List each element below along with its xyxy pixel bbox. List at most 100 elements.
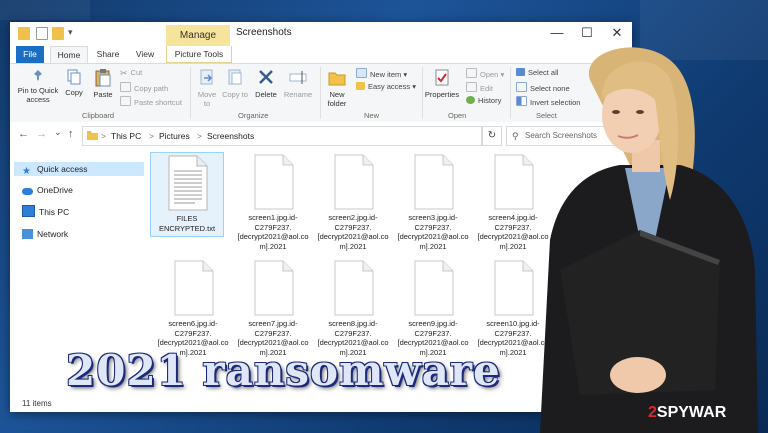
easy-access-label: Easy access [368, 82, 411, 91]
tab-picture-tools[interactable]: Picture Tools [166, 46, 232, 63]
nav-item-onedrive[interactable]: OneDrive [22, 183, 73, 197]
tab-view[interactable]: View [130, 46, 160, 63]
logo-prefix: 2 [648, 404, 657, 421]
file-name: FILES ENCRYPTED.txt [158, 214, 216, 233]
nav-item-label: Quick access [37, 164, 88, 174]
address-bar[interactable]: > This PC > Pictures > Screenshots [82, 126, 482, 146]
breadcrumb-screenshots[interactable]: Screenshots [207, 127, 254, 145]
site-logo: 2SPYWAR [648, 404, 726, 422]
star-icon: ★ [22, 166, 31, 177]
up-button[interactable]: ↑ [68, 128, 74, 140]
rename-button[interactable]: Rename [282, 68, 314, 99]
blank-file-icon [414, 154, 454, 210]
pin-quick-access-button[interactable]: Pin to Quick access [14, 68, 62, 104]
copy-to-label: Copy to [222, 90, 248, 99]
tab-home[interactable]: Home [50, 46, 88, 63]
file-item[interactable]: screen8.jpg.id-C279F237.[decrypt2021@aol… [316, 260, 390, 357]
file-name: screen3.jpg.id-C279F237.[decrypt2021@aol… [397, 213, 469, 251]
move-to-button[interactable]: Move to [194, 68, 220, 108]
new-item-icon [356, 68, 367, 78]
paste-label: Paste [93, 90, 113, 99]
copy-to-icon [228, 69, 242, 85]
delete-icon [259, 70, 273, 84]
nav-item-quick-access[interactable]: ★ Quick access [14, 162, 144, 177]
breadcrumb-this-pc[interactable]: This PC [111, 127, 141, 145]
window-title: Screenshots [236, 27, 292, 38]
manage-tab[interactable]: Manage [166, 25, 230, 46]
new-item-label: New item [370, 70, 402, 79]
file-item[interactable]: screen6.jpg.id-C279F237.[decrypt2021@aol… [156, 260, 230, 357]
move-to-icon [200, 69, 213, 85]
group-separator [510, 67, 511, 119]
folder-icon [18, 27, 30, 40]
folder-icon [87, 131, 98, 140]
copy-icon [67, 69, 81, 85]
edit-button[interactable]: Edit [466, 82, 493, 94]
file-item[interactable]: screen2.jpg.id-C279F237.[decrypt2021@aol… [316, 154, 390, 251]
breadcrumb-pictures[interactable]: Pictures [159, 127, 190, 145]
computer-icon [22, 205, 35, 217]
nav-item-this-pc[interactable]: This PC [22, 205, 69, 219]
file-item[interactable]: screen3.jpg.id-C279F237.[decrypt2021@aol… [396, 154, 470, 251]
delete-button[interactable]: Delete [252, 68, 280, 99]
open-label: Open [480, 70, 499, 79]
nav-item-label: Network [37, 229, 69, 239]
tab-share[interactable]: Share [92, 46, 124, 63]
paste-shortcut-icon [120, 96, 131, 106]
new-folder-icon[interactable] [52, 27, 64, 40]
woman-photo [540, 47, 758, 433]
recent-locations-button[interactable]: ⌄ [54, 127, 62, 138]
rename-label: Rename [283, 90, 313, 99]
history-button[interactable]: History [466, 96, 501, 106]
customize-toolbar-icon[interactable]: ▾ [68, 27, 73, 38]
copy-to-button[interactable]: Copy to [222, 68, 248, 99]
file-name: screen1.jpg.id-C279F237.[decrypt2021@aol… [237, 213, 309, 251]
headline-ransomware: 2021 ransomware [66, 346, 501, 395]
file-item[interactable]: screen7.jpg.id-C279F237.[decrypt2021@aol… [236, 260, 310, 357]
copy-path-icon [120, 82, 131, 92]
edit-label: Edit [480, 84, 493, 93]
paste-shortcut-label: Paste shortcut [134, 98, 182, 107]
back-button[interactable]: ← [18, 128, 29, 140]
group-separator [190, 67, 191, 119]
move-to-label: Move to [197, 90, 217, 108]
tab-file[interactable]: File [16, 46, 44, 63]
file-item[interactable]: screen1.jpg.id-C279F237.[decrypt2021@aol… [236, 154, 310, 251]
properties-icon [435, 69, 449, 86]
properties-label: Properties [424, 90, 460, 99]
file-name: screen2.jpg.id-C279F237.[decrypt2021@aol… [317, 213, 389, 251]
scissors-icon: ✂ [120, 68, 128, 78]
new-folder-button[interactable]: New folder [320, 68, 354, 108]
file-item[interactable]: screen9.jpg.id-C279F237.[decrypt2021@aol… [396, 260, 470, 357]
file-item-files-encrypted[interactable]: FILES ENCRYPTED.txt [150, 152, 224, 237]
paste-button[interactable]: Paste [90, 68, 116, 99]
status-bar-item-count: 11 items [22, 399, 52, 408]
open-button[interactable]: Open ▾ [466, 68, 504, 80]
blank-file-icon [174, 260, 214, 316]
logo-text: SPYWAR [656, 404, 727, 421]
nav-item-network[interactable]: Network [22, 227, 68, 241]
easy-access-button[interactable]: Easy access ▾ [356, 82, 416, 92]
new-item-button[interactable]: New item ▾ [356, 68, 407, 80]
blank-file-icon [334, 154, 374, 210]
search-icon: ⚲ [512, 131, 519, 141]
properties-button[interactable]: Properties [422, 68, 462, 99]
new-folder-icon [328, 72, 346, 86]
properties-icon[interactable] [36, 27, 48, 40]
cut-button[interactable]: ✂ Cut [120, 68, 142, 78]
open-icon [466, 68, 477, 78]
group-label-clipboard: Clipboard [82, 111, 115, 120]
cut-label: Cut [130, 68, 143, 77]
paste-shortcut-button[interactable]: Paste shortcut [120, 96, 182, 108]
blank-file-icon [254, 260, 294, 316]
network-icon [22, 229, 33, 239]
blank-file-icon [334, 260, 374, 316]
nav-item-label: OneDrive [37, 185, 73, 195]
copy-path-button[interactable]: Copy path [120, 82, 168, 94]
forward-button[interactable]: → [36, 128, 47, 140]
breadcrumb-separator: > [197, 131, 202, 141]
delete-label: Delete [255, 90, 277, 99]
blank-file-icon [254, 154, 294, 210]
copy-button[interactable]: Copy [62, 68, 86, 97]
refresh-button[interactable]: ↻ [482, 126, 502, 146]
